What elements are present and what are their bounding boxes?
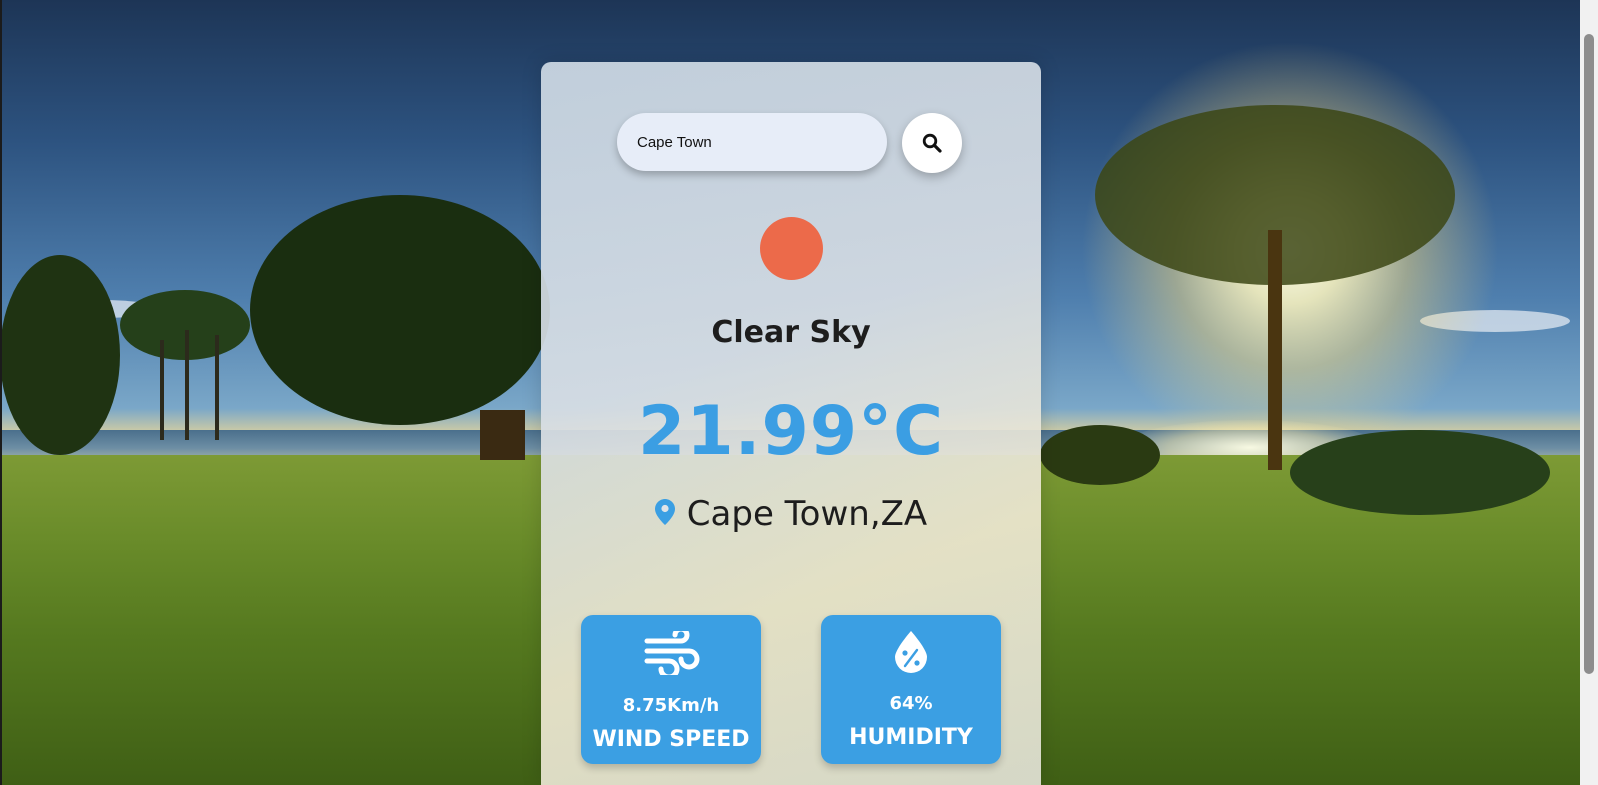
bush	[1290, 430, 1550, 515]
bush	[1040, 425, 1160, 485]
location: Cape Town,ZA	[541, 494, 1041, 534]
tree	[250, 195, 550, 425]
tree	[0, 255, 120, 455]
search-button[interactable]	[902, 113, 962, 173]
wind-icon	[644, 631, 700, 675]
search-icon	[922, 133, 942, 153]
humidity-card: 64% HUMIDITY	[821, 615, 1001, 764]
humidity-value: 64%	[889, 693, 933, 714]
acacia-trunk	[1268, 230, 1282, 470]
wind-speed-label: WIND SPEED	[592, 727, 750, 752]
palm-trunk	[215, 335, 219, 440]
weather-icon	[760, 217, 823, 280]
scrollbar-thumb[interactable]	[1584, 34, 1594, 674]
weather-card: Clear Sky 21.99°C Cape Town,ZA 8.75Km/h …	[541, 62, 1041, 785]
humidity-drop-icon	[895, 631, 927, 673]
window-edge	[0, 0, 2, 785]
weather-description: Clear Sky	[711, 315, 871, 350]
search-input[interactable]	[617, 113, 887, 171]
palm-trunk	[160, 340, 164, 440]
humidity-label: HUMIDITY	[849, 725, 973, 750]
map-marker-icon	[654, 498, 675, 525]
tree-trunk	[480, 410, 525, 460]
search-bar	[617, 113, 887, 171]
wind-speed-card: 8.75Km/h WIND SPEED	[581, 615, 761, 764]
palm-trunk	[185, 330, 189, 440]
location-name: Cape Town,ZA	[686, 494, 928, 534]
temperature: 21.99°C	[638, 392, 944, 471]
wind-speed-value: 8.75Km/h	[622, 695, 720, 716]
